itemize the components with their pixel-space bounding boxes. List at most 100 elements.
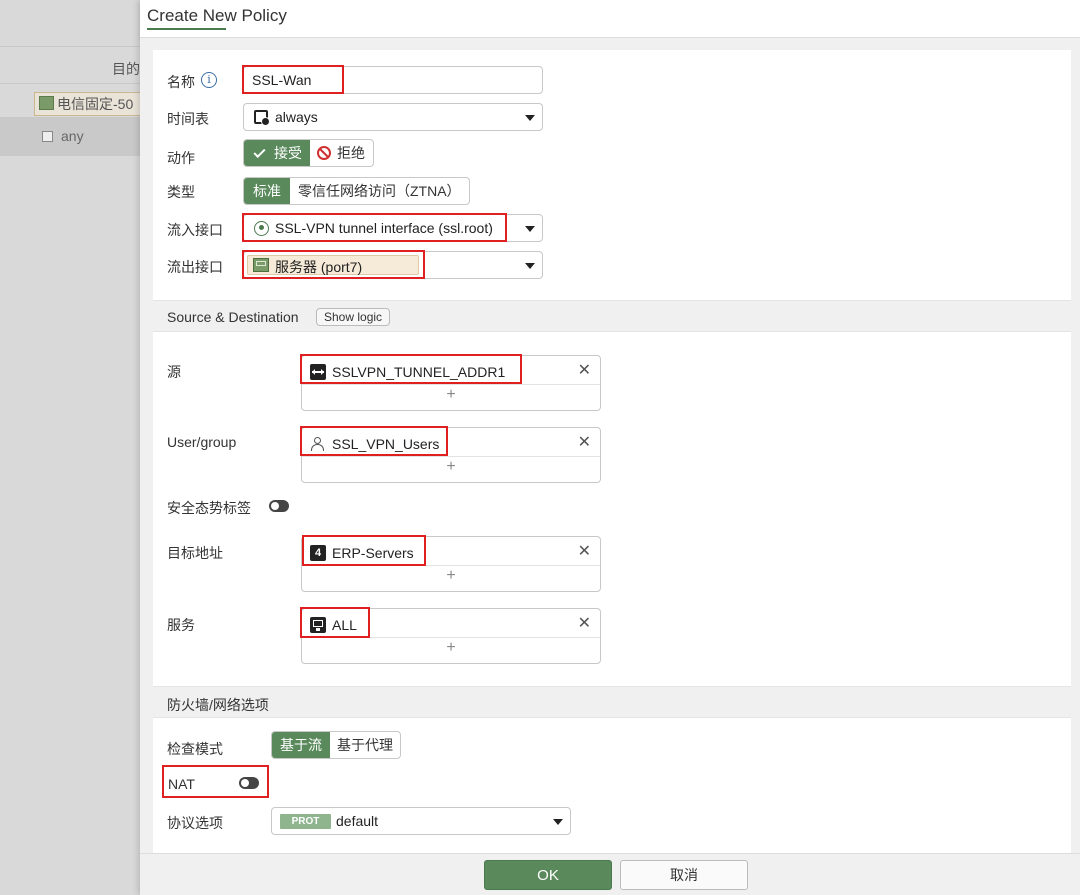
action-toggle: 接受 拒绝 (243, 139, 374, 167)
field-divider (302, 565, 600, 566)
user-group-label: User/group (167, 434, 237, 450)
background-column-header: 目的 (112, 61, 140, 77)
action-label: 动作 (167, 150, 195, 166)
cancel-button[interactable]: 取消 (620, 860, 748, 890)
background-row-tag: 电信固定-50 (34, 92, 154, 116)
action-accept-label: 接受 (274, 145, 302, 161)
service-icon (310, 617, 326, 633)
chevron-down-icon (525, 263, 535, 269)
port-icon (253, 258, 269, 272)
security-posture-label: 安全态势标签 (167, 500, 251, 516)
user-group-field[interactable]: SSL_VPN_Users ✕ + (301, 427, 601, 483)
flow-based-option[interactable]: 基于流 (272, 732, 330, 758)
security-posture-toggle[interactable] (269, 500, 289, 512)
service-entry: ALL (310, 615, 357, 635)
field-divider (302, 637, 600, 638)
protocol-options-select[interactable]: PROT default (271, 807, 571, 835)
show-logic-button[interactable]: Show logic (316, 308, 391, 326)
chevron-down-icon (553, 819, 563, 825)
dialog-title: Create New Policy (147, 6, 287, 25)
protocol-badge: PROT (280, 814, 331, 829)
section-title: Source & Destination (167, 309, 299, 325)
destination-entry: 4 ERP-Servers (310, 543, 414, 563)
nat-toggle[interactable] (239, 777, 259, 789)
remove-service-icon[interactable]: ✕ (578, 613, 591, 633)
type-standard-label: 标准 (253, 183, 281, 199)
destination-value: ERP-Servers (332, 545, 414, 561)
create-policy-dialog: Create New Policy 名称 i SSL-Wan 时间表 alway… (140, 0, 1080, 895)
background-checkbox (42, 131, 53, 142)
policy-form: 名称 i SSL-Wan 时间表 always 动作 接受 拒绝 类型 标准 零… (153, 50, 1071, 855)
name-input-value: SSL-Wan (252, 72, 312, 88)
incoming-interface-value: SSL-VPN tunnel interface (ssl.root) (275, 220, 493, 236)
add-service-icon[interactable]: + (446, 639, 455, 657)
info-icon[interactable]: i (201, 72, 217, 88)
background-row: 电信固定-50 (0, 84, 154, 118)
name-label: 名称 (167, 74, 195, 90)
ok-button[interactable]: OK (484, 860, 612, 890)
remove-source-icon[interactable]: ✕ (578, 360, 591, 380)
user-group-value: SSL_VPN_Users (332, 436, 440, 452)
protocol-options-label: 协议选项 (167, 815, 223, 831)
background-header-row: 目的 (0, 46, 140, 84)
type-toggle: 标准 零信任网络访问（ZTNA） (243, 177, 470, 205)
user-group-entry: SSL_VPN_Users (310, 434, 439, 454)
field-divider (302, 456, 600, 457)
remove-destination-icon[interactable]: ✕ (578, 541, 591, 561)
ssl-tunnel-icon (254, 221, 269, 236)
inspection-mode-toggle: 基于流 基于代理 (271, 731, 401, 759)
proxy-based-option[interactable]: 基于代理 (330, 732, 400, 758)
schedule-value: always (275, 109, 318, 125)
proxy-based-label: 基于代理 (337, 737, 393, 753)
destination-label: 目标地址 (167, 545, 223, 561)
schedule-label: 时间表 (167, 111, 209, 127)
address-range-icon (310, 364, 326, 380)
dialog-header: Create New Policy (140, 0, 1080, 38)
type-standard-option[interactable]: 标准 (244, 178, 290, 204)
action-accept-option[interactable]: 接受 (244, 140, 310, 166)
source-field[interactable]: SSLVPN_TUNNEL_ADDR1 ✕ + (301, 355, 601, 411)
chevron-down-icon (525, 226, 535, 232)
inspection-mode-label: 检查模式 (167, 741, 223, 757)
schedule-select[interactable]: always (243, 103, 543, 131)
protocol-options-value: default (336, 813, 379, 829)
user-group-icon (310, 436, 326, 452)
type-label: 类型 (167, 184, 195, 200)
dialog-title-underline (147, 28, 226, 30)
background-policy-list: 目的 电信固定-50 any (0, 0, 154, 895)
deny-icon (317, 146, 331, 160)
action-deny-option[interactable]: 拒绝 (310, 140, 373, 166)
outgoing-interface-label: 流出接口 (167, 259, 223, 275)
schedule-clock-icon (254, 110, 270, 126)
section-title: 防火墙/网络选项 (167, 697, 269, 713)
destination-field[interactable]: 4 ERP-Servers ✕ + (301, 536, 601, 592)
source-destination-section: Source & Destination Show logic (153, 300, 1071, 332)
service-label: 服务 (167, 617, 195, 633)
name-input[interactable]: SSL-Wan (243, 66, 543, 94)
incoming-interface-label: 流入接口 (167, 222, 223, 238)
nat-label: NAT (168, 776, 195, 792)
source-entry: SSLVPN_TUNNEL_ADDR1 (310, 362, 505, 382)
service-field[interactable]: ALL ✕ + (301, 608, 601, 664)
ipv4-address-icon: 4 (310, 545, 326, 561)
outgoing-interface-value: 服务器 (port7) (275, 259, 363, 275)
background-row-any: any (61, 128, 84, 144)
check-icon (253, 145, 266, 158)
add-destination-icon[interactable]: + (446, 567, 455, 585)
add-user-group-icon[interactable]: + (446, 458, 455, 476)
source-value: SSLVPN_TUNNEL_ADDR1 (332, 364, 506, 380)
background-row-selected: any (0, 118, 140, 156)
service-value: ALL (332, 617, 357, 633)
remove-user-group-icon[interactable]: ✕ (578, 432, 591, 452)
flow-based-label: 基于流 (280, 737, 322, 753)
type-ztna-label: 零信任网络访问（ZTNA） (298, 183, 461, 199)
add-source-icon[interactable]: + (446, 386, 455, 404)
dialog-body: 名称 i SSL-Wan 时间表 always 动作 接受 拒绝 类型 标准 零… (140, 38, 1080, 855)
chevron-down-icon (525, 115, 535, 121)
firewall-options-section: 防火墙/网络选项 (153, 686, 1071, 718)
incoming-interface-select[interactable]: SSL-VPN tunnel interface (ssl.root) (243, 214, 543, 242)
type-ztna-option[interactable]: 零信任网络访问（ZTNA） (290, 178, 469, 204)
dialog-footer: OK 取消 (140, 853, 1080, 895)
outgoing-interface-select[interactable]: 服务器 (port7) (243, 251, 543, 279)
source-label: 源 (167, 364, 181, 380)
